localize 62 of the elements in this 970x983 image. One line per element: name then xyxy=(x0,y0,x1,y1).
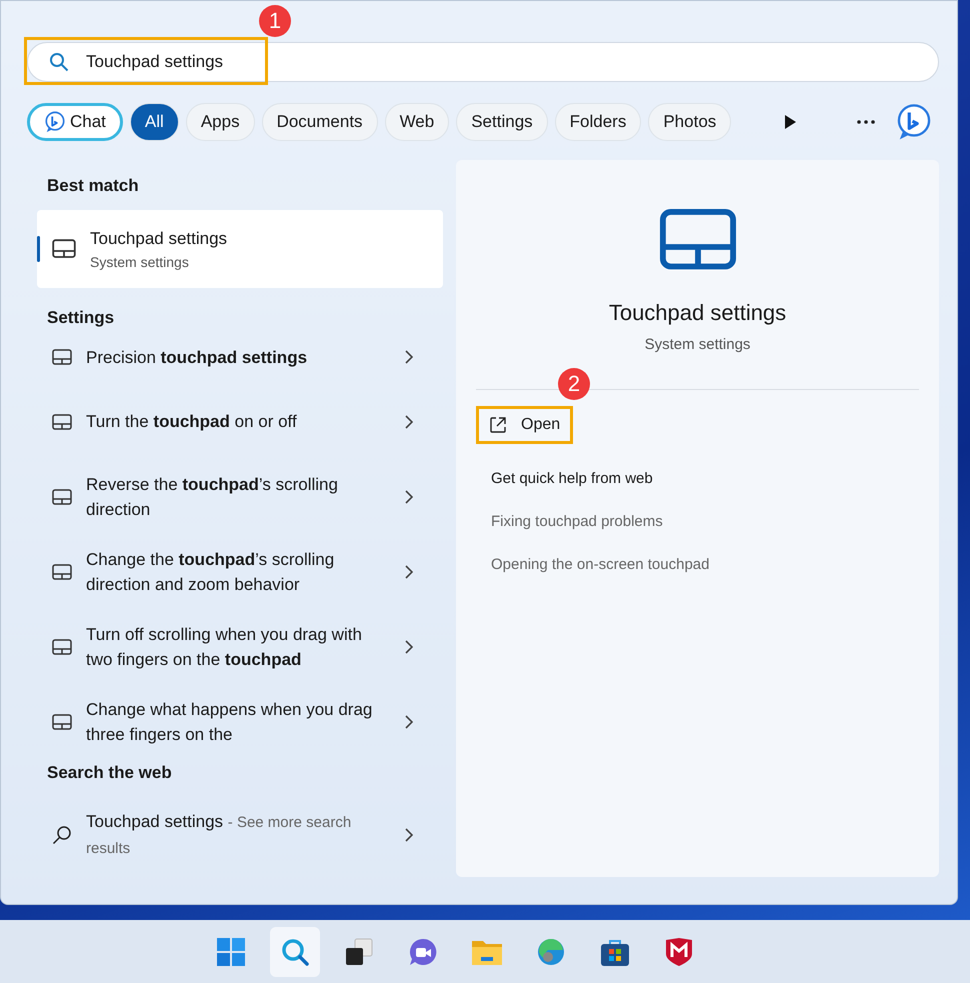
shield-icon xyxy=(665,936,693,966)
chevron-right-icon xyxy=(405,350,413,364)
help-link[interactable]: Fixing touchpad problems xyxy=(491,513,919,530)
chat-bubble-icon xyxy=(44,111,66,133)
touchpad-icon xyxy=(52,714,72,730)
open-button[interactable]: Open xyxy=(476,406,574,444)
filter-tab[interactable]: Web xyxy=(384,103,450,141)
touchpad-icon xyxy=(52,488,72,504)
touchpad-icon xyxy=(52,239,76,259)
touchpad-icon xyxy=(52,414,72,430)
help-link[interactable]: Opening the on-screen touchpad xyxy=(491,556,919,574)
section-heading: Settings xyxy=(46,307,116,329)
best-match-item[interactable]: Touchpad settings System settings xyxy=(37,210,443,288)
search-icon xyxy=(49,52,69,72)
browser-icon xyxy=(536,936,566,966)
section-heading: Best match xyxy=(46,175,140,197)
filter-tab[interactable]: Apps xyxy=(186,103,255,141)
settings-result[interactable]: Change what happens when you drag three fingers on the xyxy=(27,684,443,759)
filter-tab[interactable]: All xyxy=(130,103,179,141)
chevron-right-icon xyxy=(405,490,413,504)
video-chat-icon xyxy=(408,936,438,966)
result-text: Turn the touchpad on or off xyxy=(86,411,298,433)
step-badge: 2 xyxy=(558,368,590,400)
search-icon xyxy=(52,824,72,844)
settings-result[interactable]: Turn off scrolling when you drag with two fingers on the touchpad xyxy=(27,609,443,684)
filter-tab[interactable]: Documents xyxy=(262,103,378,141)
external-link-icon xyxy=(489,416,507,434)
section-heading: Search the web xyxy=(46,762,173,784)
windows-logo-icon xyxy=(216,936,246,966)
result-text: Change what happens when you drag three fingers on the xyxy=(86,698,374,746)
chevron-right-icon xyxy=(405,564,413,578)
touchpad-icon xyxy=(52,349,72,365)
details-subtitle: System settings xyxy=(644,336,750,354)
search-field[interactable]: Touchpad settings xyxy=(27,42,939,82)
result-title: Touchpad settings xyxy=(90,228,228,248)
search-icon xyxy=(280,936,310,966)
step-badge: 1 xyxy=(259,5,291,37)
filter-tab[interactable]: Settings xyxy=(456,103,548,141)
task-view-icon xyxy=(344,936,374,966)
result-text: Touchpad settings - See more search results xyxy=(86,810,352,858)
chevron-right-icon xyxy=(405,714,413,728)
settings-result[interactable]: Precision touchpad settings xyxy=(27,330,443,384)
settings-result[interactable]: Change the touchpad’s scrolling direction and zoom behavior xyxy=(27,534,443,609)
chevron-right-icon xyxy=(405,828,413,842)
chat-button[interactable]: Chat xyxy=(27,103,123,141)
touchpad-icon xyxy=(52,638,72,654)
result-text: Reverse the touchpad’s scrolling direction xyxy=(86,474,339,520)
filter-tab[interactable]: Photos xyxy=(648,103,732,141)
touchpad-icon xyxy=(658,208,736,270)
settings-result[interactable]: Turn the touchpad on or off xyxy=(27,384,443,459)
web-result[interactable]: Touchpad settings - See more search results xyxy=(27,797,443,872)
touchpad-icon xyxy=(52,564,72,580)
details-title: Touchpad settings xyxy=(608,300,786,326)
result-text: Change the touchpad’s scrolling direction and zoom behavior xyxy=(86,548,336,596)
help-heading: Get quick help from web xyxy=(491,470,654,488)
settings-result[interactable]: Reverse the touchpad’s scrolling direction xyxy=(27,459,443,534)
filter-tab[interactable]: Folders xyxy=(554,103,642,141)
result-text: Turn off scrolling when you drag with two fingers on the touchpad xyxy=(86,624,363,670)
result-subtitle: System settings xyxy=(90,254,190,270)
chevron-right-icon xyxy=(405,640,413,654)
chevron-right-icon xyxy=(405,414,413,428)
result-text: Precision touchpad settings xyxy=(86,346,308,369)
